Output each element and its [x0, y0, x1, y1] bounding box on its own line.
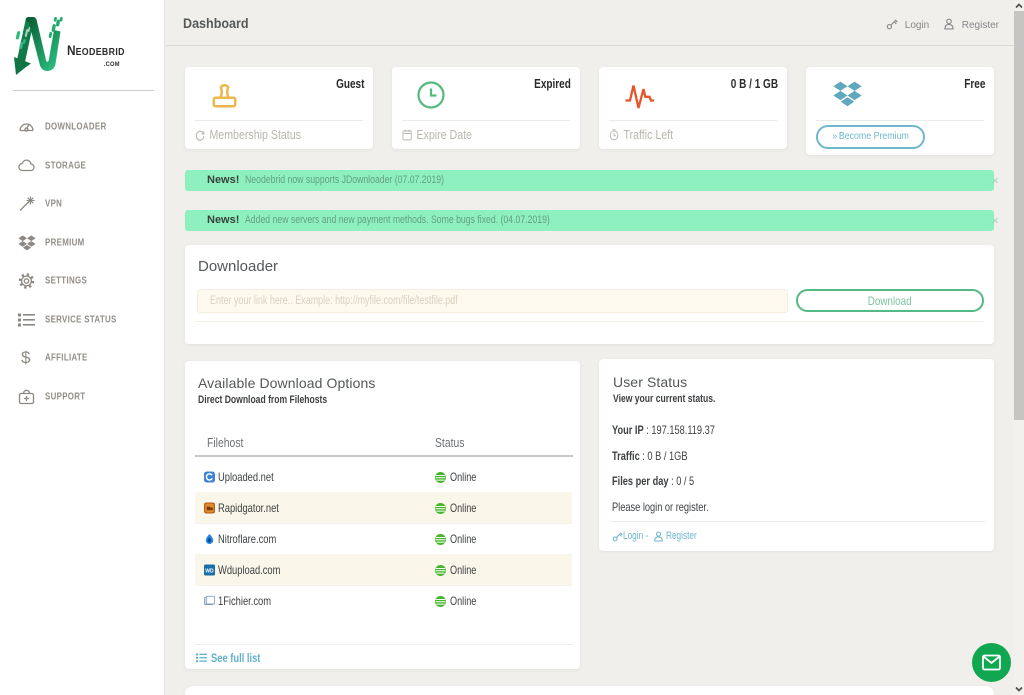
svg-text:WD: WD — [205, 568, 214, 574]
